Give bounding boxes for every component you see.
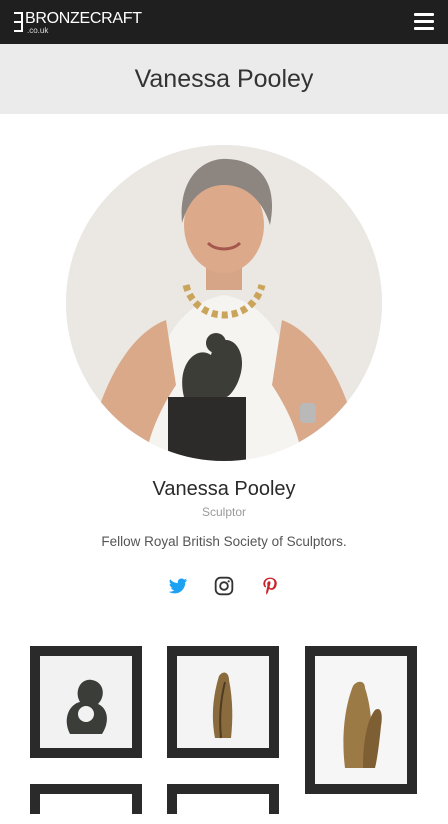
twitter-icon[interactable] xyxy=(168,576,188,596)
pinterest-icon[interactable] xyxy=(260,576,280,596)
artist-name: Vanessa Pooley xyxy=(152,478,296,500)
hamburger-menu-icon[interactable] xyxy=(414,13,434,31)
logo-mark-icon xyxy=(14,12,23,32)
gallery-item[interactable] xyxy=(30,784,142,824)
gallery-item[interactable] xyxy=(167,784,279,824)
sculpture-thumbnail xyxy=(177,656,269,748)
artist-bio: Fellow Royal British Society of Sculptor… xyxy=(101,534,347,549)
gallery-item[interactable] xyxy=(305,646,417,794)
artist-role: Sculptor xyxy=(201,505,247,519)
gallery-item[interactable] xyxy=(30,646,142,758)
gallery-item[interactable] xyxy=(167,646,279,758)
instagram-icon[interactable] xyxy=(214,576,234,596)
artist-portrait xyxy=(66,145,382,461)
portrait-image xyxy=(66,145,382,461)
page-title-band: Vanessa Pooley xyxy=(0,44,448,114)
page-title: Vanessa Pooley xyxy=(134,64,314,93)
logo-domain: .co.uk xyxy=(27,26,49,35)
sculpture-thumbnail xyxy=(40,656,132,748)
sculpture-thumbnail xyxy=(315,656,407,784)
social-links xyxy=(0,576,448,600)
top-navigation-bar: BRONZECRAFT .co.uk xyxy=(0,0,448,44)
